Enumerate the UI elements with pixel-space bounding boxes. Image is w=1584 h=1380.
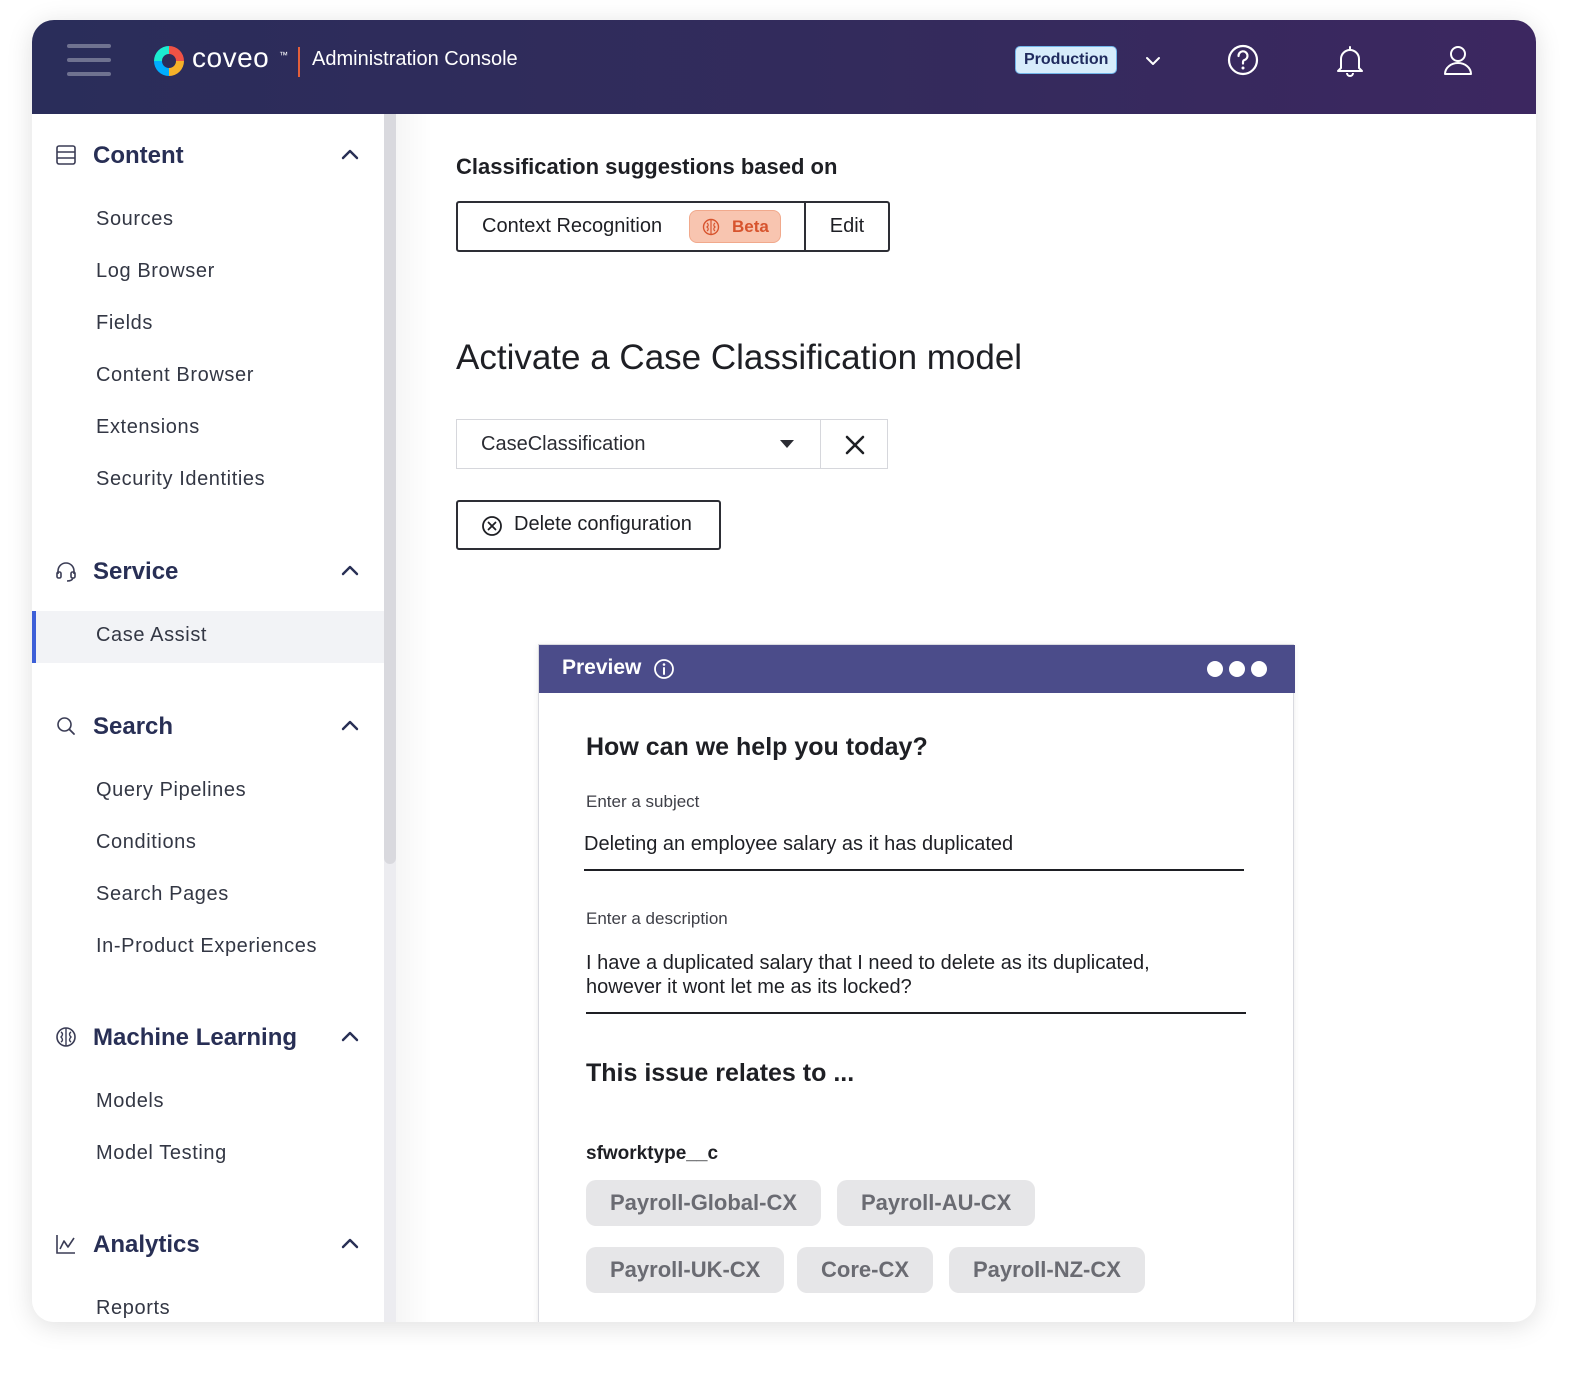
clear-selection-button[interactable] bbox=[820, 419, 888, 469]
sidebar-item-case-assist[interactable]: Case Assist bbox=[32, 611, 384, 663]
field-name: sfworktype__c bbox=[586, 1143, 719, 1164]
console-title: Administration Console bbox=[312, 48, 518, 70]
suggestion-chip[interactable]: Payroll-Global-CX bbox=[586, 1180, 822, 1226]
suggestion-chip[interactable]: Payroll-NZ-CX bbox=[949, 1247, 1145, 1293]
sidebar-item-label: Model Testing bbox=[96, 1142, 227, 1164]
model-select-value: CaseClassification bbox=[481, 433, 646, 455]
chevron-up-icon[interactable] bbox=[338, 714, 362, 738]
beta-label: Beta bbox=[732, 217, 769, 236]
sidebar: Content Sources Log Browser Fields Conte… bbox=[32, 114, 384, 1322]
chart-line-icon bbox=[56, 1235, 75, 1254]
sidebar-item-label: Fields bbox=[96, 312, 153, 334]
top-bar: coveo ™ Administration Console Productio… bbox=[32, 20, 1536, 114]
section-title: Analytics bbox=[93, 1231, 200, 1258]
subject-value: Deleting an employee salary as it has du… bbox=[584, 833, 1014, 855]
sidebar-item-label: Query Pipelines bbox=[96, 779, 247, 801]
section-analytics[interactable]: Analytics bbox=[32, 1222, 384, 1266]
brand-name: coveo bbox=[192, 42, 270, 73]
suggestion-chip[interactable]: Payroll-AU-CX bbox=[837, 1180, 1036, 1226]
model-select[interactable]: CaseClassification bbox=[456, 419, 820, 469]
sidebar-item-security-identities[interactable]: Security Identities bbox=[32, 455, 384, 507]
suggestion-chip[interactable]: Core-CX bbox=[797, 1247, 934, 1293]
sidebar-item-sources[interactable]: Sources bbox=[32, 195, 384, 247]
suggestion-chip[interactable]: Payroll-UK-CX bbox=[586, 1247, 785, 1293]
sidebar-item-label: Conditions bbox=[96, 831, 197, 853]
sidebar-item-label: Content Browser bbox=[96, 364, 254, 386]
context-recognition-label: Context Recognition bbox=[482, 215, 663, 237]
preview-question: How can we help you today? bbox=[586, 733, 928, 761]
sidebar-item-label: Security Identities bbox=[96, 468, 266, 490]
sidebar-item-models[interactable]: Models bbox=[32, 1077, 384, 1129]
chevron-up-icon[interactable] bbox=[338, 143, 362, 167]
page-title: Activate a Case Classification model bbox=[456, 338, 1023, 377]
environment-badge[interactable]: Production bbox=[1015, 46, 1118, 74]
delete-configuration-label: Delete configuration bbox=[514, 513, 692, 535]
sidebar-item-extensions[interactable]: Extensions bbox=[32, 403, 384, 455]
section-service[interactable]: Service bbox=[32, 549, 384, 593]
bell-icon[interactable] bbox=[1332, 42, 1368, 78]
section-content[interactable]: Content bbox=[32, 133, 384, 177]
database-icon bbox=[56, 145, 76, 165]
chevron-up-icon[interactable] bbox=[338, 559, 362, 583]
classification-heading: Classification suggestions based on bbox=[456, 154, 838, 179]
context-recognition-group: Context Recognition Beta Edit bbox=[456, 201, 890, 252]
section-title: Search bbox=[93, 713, 174, 740]
brand-trademark: ™ bbox=[279, 50, 288, 60]
sidebar-item-label: In-Product Experiences bbox=[96, 935, 318, 957]
sidebar-item-model-testing[interactable]: Model Testing bbox=[32, 1129, 384, 1181]
sidebar-item-in-product-experiences[interactable]: In-Product Experiences bbox=[32, 922, 384, 974]
sidebar-item-label: Case Assist bbox=[96, 624, 208, 646]
sidebar-item-query-pipelines[interactable]: Query Pipelines bbox=[32, 766, 384, 818]
sidebar-scrollbar-thumb[interactable] bbox=[384, 114, 396, 864]
circle-x-icon bbox=[482, 516, 502, 536]
chevron-up-icon[interactable] bbox=[338, 1025, 362, 1049]
section-title: Content bbox=[93, 142, 184, 169]
help-icon[interactable] bbox=[1225, 42, 1261, 78]
section-title: Machine Learning bbox=[93, 1024, 298, 1051]
beta-badge: Beta bbox=[689, 210, 781, 243]
preview-title: Preview bbox=[562, 656, 642, 679]
section-title: Service bbox=[93, 558, 179, 585]
section-search[interactable]: Search bbox=[32, 704, 384, 748]
sidebar-item-log-browser[interactable]: Log Browser bbox=[32, 247, 384, 299]
info-icon[interactable] bbox=[653, 658, 675, 680]
sidebar-item-search-pages[interactable]: Search Pages bbox=[32, 870, 384, 922]
close-icon bbox=[845, 435, 865, 455]
hamburger-icon[interactable] bbox=[67, 44, 111, 78]
more-options-icon[interactable] bbox=[1207, 659, 1271, 679]
sidebar-item-label: Models bbox=[96, 1090, 165, 1112]
sidebar-item-label: Search Pages bbox=[96, 883, 229, 905]
sidebar-item-label: Reports bbox=[96, 1297, 171, 1319]
delete-configuration-button[interactable]: Delete configuration bbox=[456, 500, 721, 550]
preview-header: Preview bbox=[539, 645, 1295, 693]
section-machine-learning[interactable]: Machine Learning bbox=[32, 1015, 384, 1059]
sidebar-item-label: Extensions bbox=[96, 416, 200, 438]
sidebar-item-conditions[interactable]: Conditions bbox=[32, 818, 384, 870]
brain-icon bbox=[702, 218, 720, 236]
sidebar-shadow bbox=[396, 114, 432, 1322]
chevron-up-icon[interactable] bbox=[338, 1232, 362, 1256]
subject-label: Enter a subject bbox=[586, 792, 700, 811]
subject-field[interactable]: Deleting an employee salary as it has du… bbox=[584, 825, 1244, 871]
headset-icon bbox=[56, 562, 76, 582]
brain-icon bbox=[56, 1027, 76, 1047]
logo-divider bbox=[298, 47, 300, 77]
sidebar-item-content-browser[interactable]: Content Browser bbox=[32, 351, 384, 403]
sidebar-item-label: Sources bbox=[96, 208, 174, 230]
sidebar-item-label: Log Browser bbox=[96, 260, 215, 282]
caret-down-icon bbox=[780, 440, 794, 448]
description-value: I have a duplicated salary that I need t… bbox=[586, 952, 1150, 998]
preview-panel: Preview How can we help you today? Enter… bbox=[538, 644, 1295, 1322]
description-label: Enter a description bbox=[586, 909, 728, 928]
user-icon[interactable] bbox=[1440, 42, 1476, 78]
search-icon bbox=[57, 717, 75, 735]
sidebar-item-reports[interactable]: Reports bbox=[32, 1284, 384, 1322]
relates-heading: This issue relates to ... bbox=[586, 1059, 855, 1087]
description-field[interactable]: I have a duplicated salary that I need t… bbox=[586, 945, 1246, 1014]
sidebar-item-fields[interactable]: Fields bbox=[32, 299, 384, 351]
app-window: coveo ™ Administration Console Productio… bbox=[32, 20, 1536, 1322]
chevron-down-icon[interactable] bbox=[1142, 50, 1164, 72]
edit-button[interactable]: Edit bbox=[806, 203, 888, 250]
coveo-logo bbox=[154, 46, 184, 76]
